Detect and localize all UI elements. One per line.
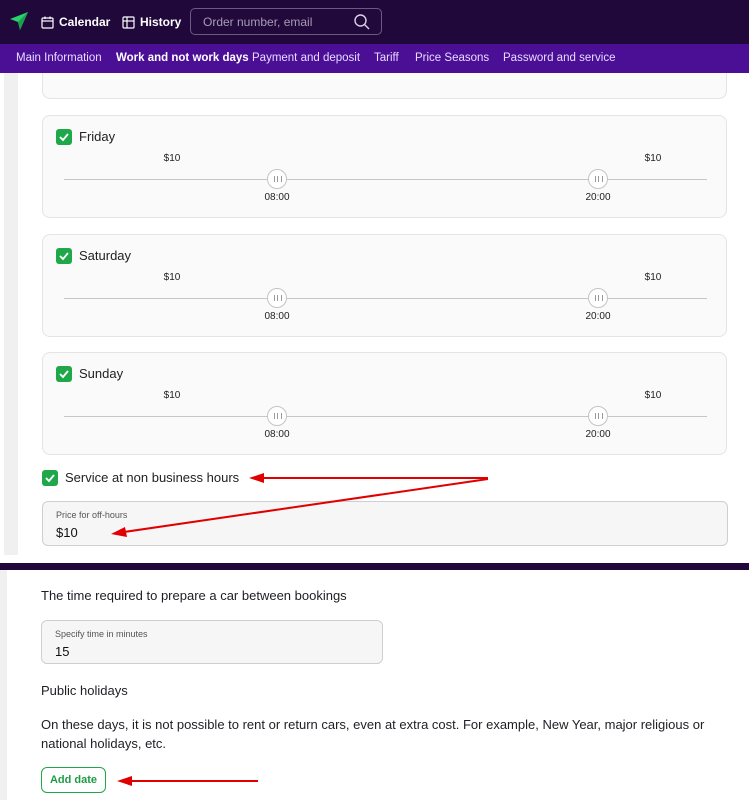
service-non-business-checkbox[interactable] xyxy=(42,470,58,486)
start-price-label: $10 xyxy=(163,272,181,283)
tab-price-seasons[interactable]: Price Seasons xyxy=(415,44,489,73)
top-bar: Calendar History xyxy=(0,0,749,44)
search-input[interactable] xyxy=(203,9,353,34)
search-icon[interactable] xyxy=(354,14,370,30)
check-icon xyxy=(59,252,69,261)
logo-icon[interactable] xyxy=(9,11,29,31)
check-icon xyxy=(59,370,69,379)
search-box xyxy=(190,8,382,35)
prep-time-field[interactable]: Specify time in minutes 15 xyxy=(41,620,383,664)
day-card-previous xyxy=(42,73,727,99)
start-time-handle[interactable] xyxy=(267,288,287,308)
check-icon xyxy=(59,133,69,142)
time-range-track[interactable] xyxy=(64,416,707,417)
start-time-label: 08:00 xyxy=(264,429,290,440)
start-time-label: 08:00 xyxy=(264,311,290,322)
time-range-track[interactable] xyxy=(64,298,707,299)
public-holidays-heading: Public holidays xyxy=(41,683,128,698)
panel-left-edge xyxy=(0,570,7,800)
end-time-label: 20:00 xyxy=(585,429,611,440)
end-price-label: $10 xyxy=(644,153,662,164)
tab-password-and-service[interactable]: Password and service xyxy=(503,44,616,73)
day-name: Saturday xyxy=(79,248,132,263)
end-price-label: $10 xyxy=(644,390,662,401)
calendar-icon xyxy=(41,16,54,29)
off-hours-price-value[interactable]: $10 xyxy=(56,525,78,540)
start-time-handle[interactable] xyxy=(267,169,287,189)
day-card-sunday: Sunday $10 $10 08:00 20:00 xyxy=(42,352,727,455)
off-hours-price-label: Price for off-hours xyxy=(56,510,128,520)
tab-tariff[interactable]: Tariff xyxy=(374,44,399,73)
end-price-label: $10 xyxy=(644,272,662,283)
day-name: Friday xyxy=(79,129,116,144)
public-holidays-description: On these days, it is not possible to ren… xyxy=(41,717,705,751)
tab-bar: Main Information Work and not work days … xyxy=(0,44,749,73)
friday-checkbox[interactable] xyxy=(56,129,72,145)
start-time-label: 08:00 xyxy=(264,192,290,203)
end-time-handle[interactable] xyxy=(588,169,608,189)
time-range-track[interactable] xyxy=(64,179,707,180)
add-date-button[interactable]: Add date xyxy=(41,767,106,793)
end-time-label: 20:00 xyxy=(585,192,611,203)
check-icon xyxy=(45,474,55,483)
sunday-checkbox[interactable] xyxy=(56,366,72,382)
nav-history[interactable]: History xyxy=(122,0,181,44)
tab-work-and-not-work-days[interactable]: Work and not work days xyxy=(116,44,249,73)
end-time-handle[interactable] xyxy=(588,406,608,426)
tab-payment-and-deposit[interactable]: Payment and deposit xyxy=(252,44,360,73)
prep-time-label: Specify time in minutes xyxy=(55,629,148,639)
day-name: Sunday xyxy=(79,366,124,381)
tab-main-information[interactable]: Main Information xyxy=(16,44,102,73)
prep-time-value[interactable]: 15 xyxy=(55,644,69,659)
nav-calendar-label: Calendar xyxy=(59,15,111,29)
start-time-handle[interactable] xyxy=(267,406,287,426)
nav-history-label: History xyxy=(140,15,182,29)
day-card-friday: Friday $10 $10 08:00 20:00 xyxy=(42,115,727,218)
panel-left-edge xyxy=(4,73,18,563)
end-time-handle[interactable] xyxy=(588,288,608,308)
section-divider xyxy=(0,563,749,570)
saturday-checkbox[interactable] xyxy=(56,248,72,264)
start-price-label: $10 xyxy=(163,390,181,401)
day-card-saturday: Saturday $10 $10 08:00 20:00 xyxy=(42,234,727,337)
end-time-label: 20:00 xyxy=(585,311,611,322)
service-non-business-label: Service at non business hours xyxy=(65,470,240,485)
start-price-label: $10 xyxy=(163,153,181,164)
nav-calendar[interactable]: Calendar xyxy=(41,0,110,44)
table-icon xyxy=(122,15,135,29)
section-gap xyxy=(0,555,749,563)
prep-time-heading: The time required to prepare a car betwe… xyxy=(41,588,347,603)
off-hours-price-field[interactable]: Price for off-hours $10 xyxy=(42,501,728,546)
